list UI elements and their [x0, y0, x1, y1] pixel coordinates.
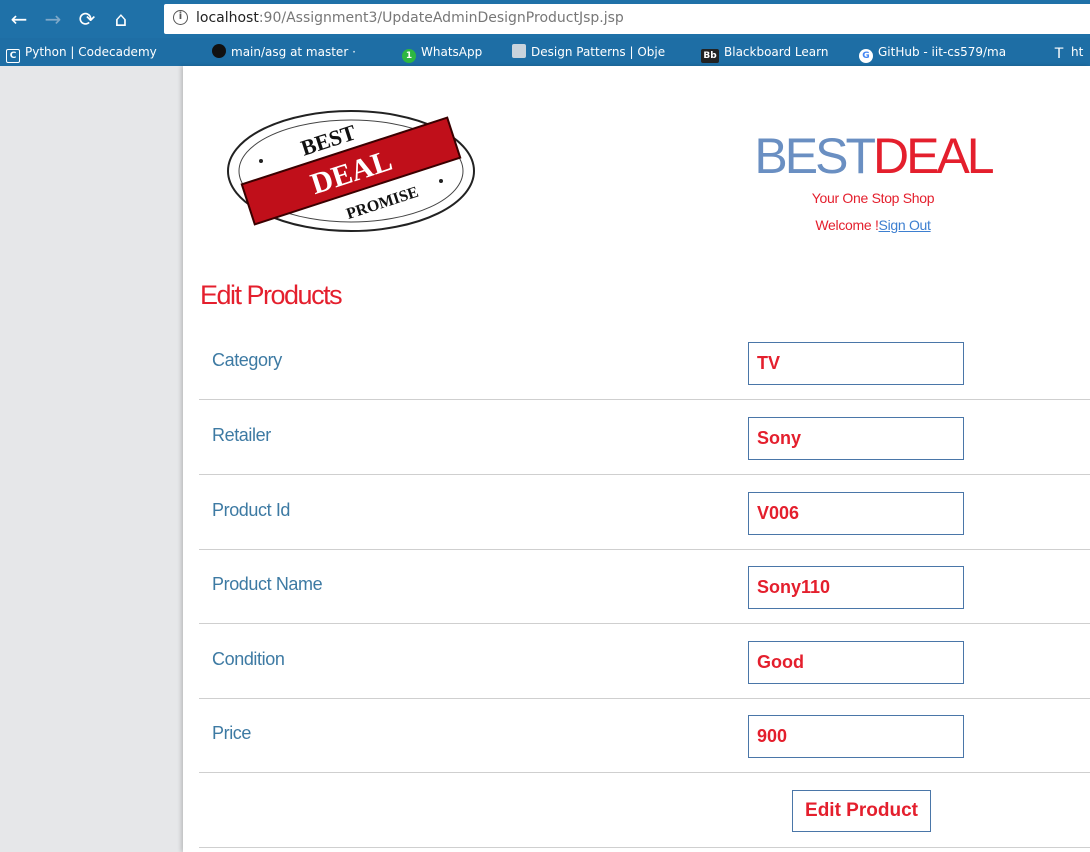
brand-title: BESTDEAL — [723, 128, 1023, 184]
form-row-product-name: Product Name — [199, 549, 1090, 624]
brand-header: BESTDEAL Your One Stop Shop Welcome !Sig… — [723, 128, 1023, 233]
price-input[interactable] — [748, 715, 964, 758]
bookmark-label: main/asg at master · — [231, 45, 356, 59]
brand-title-deal: DEAL — [872, 128, 995, 184]
form-row-category: Category — [199, 325, 1090, 400]
condition-input[interactable] — [748, 641, 964, 684]
text-icon: T — [1054, 46, 1064, 62]
whatsapp-icon: 1 — [402, 49, 416, 63]
blackboard-icon: Bb — [701, 49, 719, 63]
url-host: localhost — [196, 10, 259, 26]
reload-icon[interactable]: ⟳ — [74, 6, 100, 32]
url-path: :90/Assignment3/UpdateAdminDesignProduct… — [258, 10, 624, 26]
forward-arrow-icon[interactable]: → — [40, 6, 66, 32]
bookmark-label: Python | Codecademy — [25, 45, 157, 59]
product-name-label: Product Name — [212, 574, 323, 594]
bookmark-label: Blackboard Learn — [724, 45, 829, 59]
price-label: Price — [212, 723, 252, 743]
github-icon — [212, 44, 226, 58]
bookmark-codecademy[interactable]: C Python | Codecademy — [6, 43, 157, 63]
bookmark-label: Design Patterns | Obje — [531, 45, 666, 59]
page-content: DEAL BEST PROMISE BESTDEAL Your One Stop… — [183, 66, 1090, 852]
bookmark-text[interactable]: Tht — [1052, 43, 1084, 62]
bookmarks-bar: C Python | Codecademy main/asg at master … — [0, 38, 1090, 66]
browser-toolbar: ← → ⟳ ⌂ i localhost:90/Assignment3/Updat… — [0, 0, 1090, 38]
product-id-input[interactable] — [748, 492, 964, 535]
category-input[interactable] — [748, 342, 964, 385]
sign-out-link[interactable]: Sign Out — [879, 217, 931, 233]
form-row-retailer: Retailer — [199, 400, 1090, 475]
google-icon: G — [859, 49, 873, 63]
bookmark-whatsapp[interactable]: 1 WhatsApp — [402, 43, 483, 63]
brand-title-best: BEST — [754, 128, 876, 184]
form-row-price: Price — [199, 698, 1090, 773]
form-row-condition: Condition — [199, 624, 1090, 699]
edit-product-button[interactable]: Edit Product — [792, 790, 931, 832]
form-row-submit: Edit Product — [199, 773, 1090, 848]
bookmark-github-iit[interactable]: G GitHub - iit-cs579/ma — [859, 43, 1007, 63]
retailer-label: Retailer — [212, 425, 271, 445]
category-label: Category — [212, 350, 282, 370]
home-icon[interactable]: ⌂ — [108, 6, 134, 32]
address-bar[interactable]: i localhost:90/Assignment3/UpdateAdminDe… — [164, 4, 1090, 34]
best-deal-promise-logo: DEAL BEST PROMISE — [227, 110, 475, 232]
codecademy-icon: C — [6, 49, 20, 63]
welcome-text: Welcome ! — [815, 217, 879, 233]
product-id-label: Product Id — [212, 500, 291, 520]
design-patterns-icon — [512, 44, 526, 58]
tagline: Your One Stop Shop — [811, 190, 935, 206]
bookmark-github-asg[interactable]: main/asg at master · — [212, 43, 356, 61]
url-text[interactable]: localhost:90/Assignment3/UpdateAdminDesi… — [196, 10, 624, 26]
condition-label: Condition — [212, 649, 285, 669]
back-arrow-icon[interactable]: ← — [6, 6, 32, 32]
bookmark-design-patterns[interactable]: Design Patterns | Obje — [512, 43, 665, 61]
product-name-input[interactable] — [748, 566, 964, 609]
form-row-product-id: Product Id — [199, 475, 1090, 550]
retailer-input[interactable] — [748, 417, 964, 460]
bookmark-blackboard[interactable]: Bb Blackboard Learn — [701, 43, 829, 63]
info-icon[interactable]: i — [173, 10, 188, 25]
page-title: Edit Products — [200, 280, 343, 310]
bookmark-label: GitHub - iit-cs579/ma — [878, 45, 1007, 59]
bookmark-label: ht — [1071, 45, 1084, 59]
bookmark-label: WhatsApp — [421, 45, 483, 59]
welcome-line: Welcome !Sign Out — [723, 217, 1023, 233]
